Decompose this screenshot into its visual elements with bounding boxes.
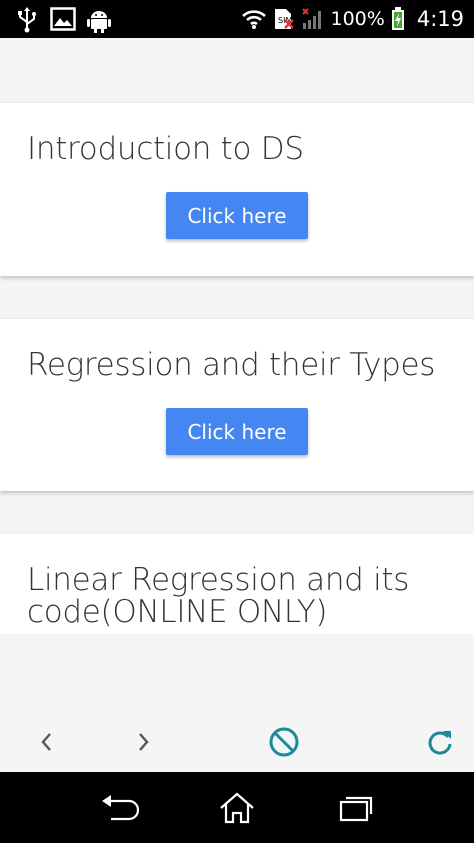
card-title: Linear Regression and its code(ONLINE ON… — [27, 562, 410, 630]
battery-charging-icon — [391, 7, 404, 30]
recent-apps-icon[interactable] — [334, 788, 378, 828]
battery-percent: 100% — [330, 8, 385, 30]
status-bar: SIM 100% 4:19 — [0, 0, 474, 38]
forward-chevron-icon[interactable] — [123, 722, 163, 762]
course-card-regression-types: Regression and their Types Click here — [0, 319, 474, 491]
back-chevron-icon[interactable] — [27, 722, 67, 762]
stop-icon[interactable] — [264, 722, 304, 762]
home-icon[interactable] — [215, 788, 259, 828]
click-here-button[interactable]: Click here — [166, 192, 308, 239]
click-here-button[interactable]: Click here — [166, 408, 308, 455]
card-title: Introduction to DS — [27, 131, 304, 167]
course-card-linear-regression: Linear Regression and its code(ONLINE ON… — [0, 534, 474, 634]
reload-icon[interactable] — [420, 722, 460, 762]
wifi-icon — [241, 10, 266, 29]
card-title: Regression and their Types — [27, 347, 436, 383]
back-icon[interactable] — [97, 788, 141, 828]
browser-toolbar — [0, 634, 474, 772]
system-nav-bar — [0, 772, 474, 843]
image-icon — [50, 7, 76, 31]
sim-error-icon: SIM — [274, 9, 294, 29]
usb-icon — [18, 7, 36, 33]
course-card-intro: Introduction to DS Click here — [0, 103, 474, 276]
android-icon — [87, 11, 111, 33]
signal-icon — [301, 8, 321, 29]
clock: 4:19 — [416, 7, 464, 31]
web-content[interactable]: Introduction to DS Click here Regression… — [0, 38, 474, 634]
